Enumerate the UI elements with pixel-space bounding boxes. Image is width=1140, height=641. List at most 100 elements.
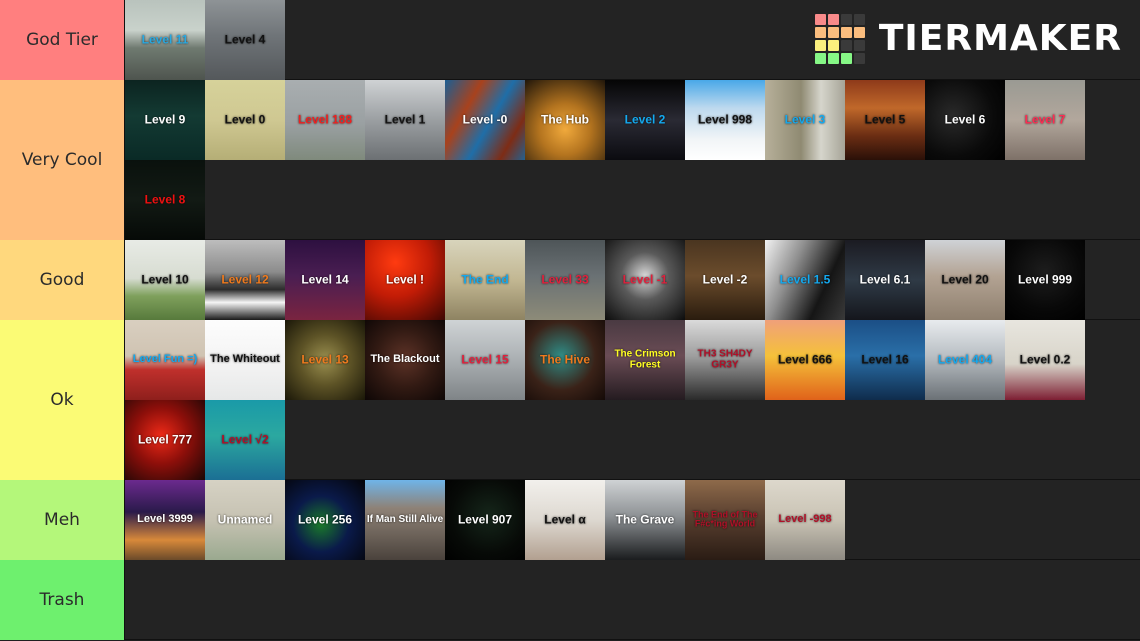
tier-item-thumbnail <box>1005 240 1085 320</box>
tier-label-trash[interactable]: Trash <box>0 560 125 640</box>
tier-item[interactable]: If Man Still Alive <box>365 480 445 560</box>
logo-cell-1-3 <box>853 27 865 38</box>
tier-item[interactable]: Level 8 <box>125 160 205 240</box>
tier-row: Ok Level Fun =) The Whiteout Level 13 The Bl… <box>0 320 1140 480</box>
tier-row: Good Level 10 Level 12 Level 14 Level ! The E… <box>0 240 1140 320</box>
tier-item[interactable]: Level -998 <box>765 480 845 560</box>
tier-item[interactable]: Level 6.1 <box>845 240 925 320</box>
tier-item-thumbnail <box>765 240 845 320</box>
tier-item[interactable]: The End of The F#c*ing World <box>685 480 765 560</box>
tier-dropzone-very-cool[interactable]: Level 9 Level 0 Level 188 Level 1 Level -0 Th… <box>125 80 1140 240</box>
tier-item-thumbnail <box>445 80 525 160</box>
tier-item-thumbnail <box>685 320 765 400</box>
tier-item-thumbnail <box>925 80 1005 160</box>
tier-item[interactable]: Level 14 <box>285 240 365 320</box>
logo-cell-2-0 <box>814 40 826 51</box>
tier-item-thumbnail <box>205 320 285 400</box>
tier-item-thumbnail <box>1005 320 1085 400</box>
tier-item[interactable]: Level 33 <box>525 240 605 320</box>
tier-list-app: TIERMAKER God Tier Level 11 Level 4 Very Co… <box>0 0 1140 641</box>
tier-item[interactable]: Level 3 <box>765 80 845 160</box>
tier-item[interactable]: The Crimson Forest <box>605 320 685 400</box>
tier-item-thumbnail <box>125 400 205 480</box>
tier-item[interactable]: Level 1.5 <box>765 240 845 320</box>
tier-item[interactable]: Level 11 <box>125 0 205 80</box>
tier-item[interactable]: Level 1 <box>365 80 445 160</box>
tier-item[interactable]: The End <box>445 240 525 320</box>
tier-item[interactable]: Level √2 <box>205 400 285 480</box>
tier-item[interactable]: The Grave <box>605 480 685 560</box>
tier-item-thumbnail <box>205 400 285 480</box>
tier-item[interactable]: Level 0.2 <box>1005 320 1085 400</box>
tier-item[interactable]: Level 9 <box>125 80 205 160</box>
tier-item-thumbnail <box>285 80 365 160</box>
tier-item[interactable]: Level 777 <box>125 400 205 480</box>
tier-label-meh[interactable]: Meh <box>0 480 125 560</box>
tier-item-thumbnail <box>365 80 445 160</box>
tier-item[interactable]: Level -2 <box>685 240 765 320</box>
tier-item-thumbnail <box>525 480 605 560</box>
tier-item[interactable]: Level 0 <box>205 80 285 160</box>
tier-dropzone-trash[interactable] <box>125 560 1140 639</box>
tier-item[interactable]: Level 6 <box>925 80 1005 160</box>
tier-item[interactable]: Level 13 <box>285 320 365 400</box>
tier-row: Meh Level 3999 Unnamed Level 256 If Man Stil… <box>0 480 1140 560</box>
tiermaker-logo[interactable]: TIERMAKER <box>814 14 1122 64</box>
tier-item[interactable]: Level 4 <box>205 0 285 80</box>
logo-cell-0-0 <box>814 14 826 25</box>
tier-label-ok[interactable]: Ok <box>0 320 125 480</box>
tier-item[interactable]: Level α <box>525 480 605 560</box>
tier-item[interactable]: Level 5 <box>845 80 925 160</box>
tier-item[interactable]: Level 404 <box>925 320 1005 400</box>
tier-row: Trash <box>0 560 1140 640</box>
tier-item[interactable]: Level Fun =) <box>125 320 205 400</box>
tier-item[interactable]: Level 188 <box>285 80 365 160</box>
tier-item[interactable]: TH3 SH4DY GR3Y <box>685 320 765 400</box>
tier-item-thumbnail <box>125 480 205 560</box>
tier-item[interactable]: Level 16 <box>845 320 925 400</box>
tier-item-thumbnail <box>285 320 365 400</box>
tier-item-thumbnail <box>445 480 525 560</box>
tier-item[interactable]: Level 998 <box>685 80 765 160</box>
tier-item-thumbnail <box>285 240 365 320</box>
tier-item[interactable]: Level 10 <box>125 240 205 320</box>
logo-cell-0-2 <box>840 14 852 25</box>
tier-dropzone-meh[interactable]: Level 3999 Unnamed Level 256 If Man Still A… <box>125 480 1140 560</box>
tier-item[interactable]: The Hub <box>525 80 605 160</box>
tier-item-thumbnail <box>125 240 205 320</box>
tier-item[interactable]: Level 666 <box>765 320 845 400</box>
tier-item-thumbnail <box>1005 80 1085 160</box>
tier-item[interactable]: Level 2 <box>605 80 685 160</box>
tier-item[interactable]: Level -1 <box>605 240 685 320</box>
tier-item[interactable]: Level 907 <box>445 480 525 560</box>
tier-label-good[interactable]: Good <box>0 240 125 320</box>
tier-item[interactable]: The Hive <box>525 320 605 400</box>
tier-item[interactable]: Level 20 <box>925 240 1005 320</box>
tier-item[interactable]: Level 3999 <box>125 480 205 560</box>
tier-item[interactable]: The Blackout <box>365 320 445 400</box>
tier-item-thumbnail <box>125 160 205 240</box>
tier-item-thumbnail <box>845 80 925 160</box>
tier-item-thumbnail <box>925 320 1005 400</box>
tier-item[interactable]: Level 12 <box>205 240 285 320</box>
tier-item-thumbnail <box>365 320 445 400</box>
tier-dropzone-good[interactable]: Level 10 Level 12 Level 14 Level ! The End Le… <box>125 240 1140 320</box>
tier-label-god-tier[interactable]: God Tier <box>0 0 125 80</box>
tier-item[interactable]: The Whiteout <box>205 320 285 400</box>
tier-item[interactable]: Level 15 <box>445 320 525 400</box>
logo-cell-0-1 <box>827 14 839 25</box>
tier-item-thumbnail <box>365 480 445 560</box>
tier-item[interactable]: Level 256 <box>285 480 365 560</box>
tier-item-thumbnail <box>205 240 285 320</box>
tier-dropzone-ok[interactable]: Level Fun =) The Whiteout Level 13 The Blac… <box>125 320 1140 480</box>
tier-item-thumbnail <box>605 80 685 160</box>
tier-item-thumbnail <box>765 480 845 560</box>
tier-item[interactable]: Level ! <box>365 240 445 320</box>
tier-item[interactable]: Level -0 <box>445 80 525 160</box>
tier-item[interactable]: Level 999 <box>1005 240 1085 320</box>
tier-label-very-cool[interactable]: Very Cool <box>0 80 125 240</box>
tier-item[interactable]: Level 7 <box>1005 80 1085 160</box>
tier-item[interactable]: Unnamed <box>205 480 285 560</box>
logo-cell-1-0 <box>814 27 826 38</box>
tier-item-thumbnail <box>685 240 765 320</box>
